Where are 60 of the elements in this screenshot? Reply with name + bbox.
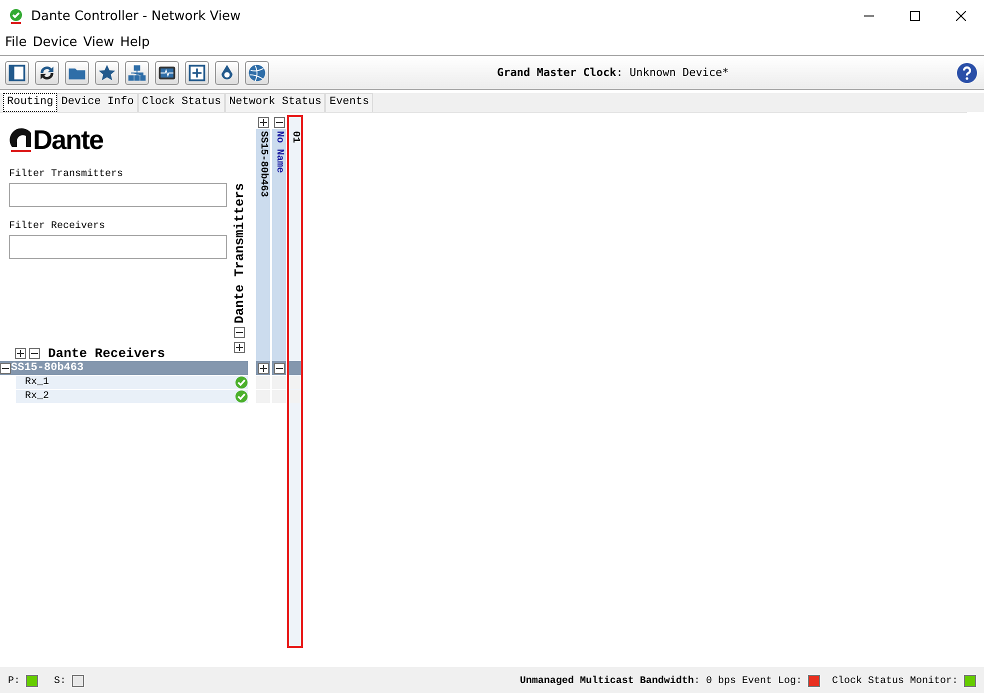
globe-icon[interactable] <box>245 60 269 84</box>
status-label: S: <box>54 676 66 686</box>
routing-cell[interactable] <box>272 390 286 403</box>
transmitter-label: 01 <box>290 130 300 144</box>
window-title: Dante Controller - Network View <box>31 8 241 24</box>
folder-icon[interactable] <box>65 60 89 84</box>
filter-field[interactable] <box>9 183 227 207</box>
collapse-button[interactable] <box>274 117 284 128</box>
expand-button[interactable] <box>258 117 268 128</box>
close-icon[interactable] <box>956 11 966 21</box>
grand-master-clock: Grand Master Clock: Unknown Device* <box>497 66 729 79</box>
collapse-button[interactable] <box>234 327 244 338</box>
menu-item[interactable]: File <box>2 34 30 50</box>
refresh-icon[interactable] <box>35 60 59 84</box>
menu-item[interactable]: Help <box>117 34 153 50</box>
bandwidth-text: Unmanaged Multicast Bandwidth: 0 bps <box>520 676 736 686</box>
status-label: Clock Status Monitor: <box>832 676 958 686</box>
dante-logo-icon <box>9 127 33 153</box>
monitor-icon[interactable] <box>155 60 179 84</box>
tab[interactable]: Clock Status <box>138 93 226 112</box>
channel-name: Rx_2 <box>25 391 50 402</box>
status-label: Event Log: <box>742 676 802 686</box>
transmitter-column[interactable]: No Name <box>272 116 286 647</box>
filter-label: Filter Receivers <box>9 221 106 232</box>
tab[interactable]: Events <box>325 93 374 112</box>
routing-cell[interactable] <box>288 376 302 389</box>
filter-field[interactable] <box>9 235 227 259</box>
expand-button[interactable] <box>258 362 268 374</box>
network-icon[interactable] <box>125 60 149 84</box>
tab[interactable]: Network Status <box>225 93 326 112</box>
transmitters-heading: Dante Transmitters <box>232 182 246 323</box>
routing-cell[interactable] <box>272 376 286 389</box>
channel-name: Rx_1 <box>25 377 50 388</box>
status-label: P: <box>8 676 20 686</box>
tab[interactable]: Device Info <box>57 93 138 112</box>
menu-item[interactable]: View <box>80 34 118 50</box>
collapse-button[interactable] <box>29 348 40 359</box>
collapse-button[interactable] <box>0 362 11 374</box>
help-icon[interactable] <box>956 62 978 84</box>
expand-button[interactable] <box>234 342 244 353</box>
app-icon <box>8 8 24 24</box>
device-name: SS15-80b463 <box>11 362 84 374</box>
menu-item[interactable]: Device <box>30 34 80 50</box>
maximize-icon[interactable] <box>910 11 920 21</box>
drop-icon[interactable] <box>215 60 239 84</box>
sidebar-icon[interactable] <box>5 60 29 84</box>
logo-text: Dante <box>33 124 104 156</box>
tab[interactable]: Routing <box>3 93 58 112</box>
routing-cell[interactable] <box>288 390 302 403</box>
transmitter-label: No Name <box>274 130 284 174</box>
filter-label: Filter Transmitters <box>9 169 124 180</box>
plus-icon[interactable] <box>185 60 209 84</box>
collapse-button[interactable] <box>274 362 284 374</box>
transmitter-label: SS15-80b463 <box>258 130 268 198</box>
routing-cell[interactable] <box>256 376 270 389</box>
expand-button[interactable] <box>15 348 26 359</box>
routing-cell[interactable] <box>288 361 302 375</box>
transmitter-column[interactable]: SS15-80b463 <box>256 116 270 647</box>
highlighted-channel-column[interactable]: 01 <box>288 116 302 647</box>
receivers-heading: Dante Receivers <box>48 346 166 361</box>
